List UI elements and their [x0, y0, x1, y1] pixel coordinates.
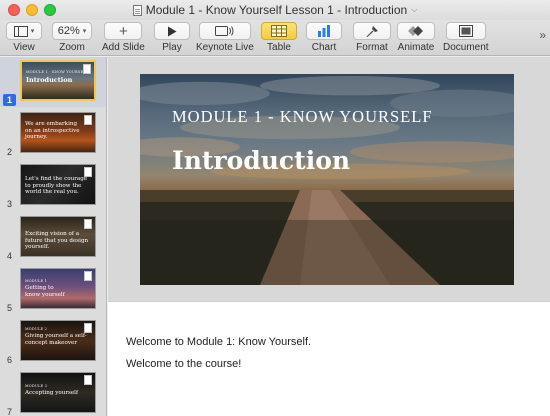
- slide-thumb-text: We are embarking on an introspective jou…: [25, 121, 80, 141]
- window-title: Module 1 - Know Yourself Lesson 1 - Intr…: [145, 3, 408, 17]
- play-label: Play: [162, 42, 182, 53]
- add-slide-label: Add Slide: [102, 42, 145, 53]
- title-bar: Module 1 - Know Yourself Lesson 1 - Intr…: [0, 0, 550, 20]
- add-slide-button[interactable]: + Add Slide: [102, 22, 145, 53]
- build-badge-icon: [84, 167, 92, 177]
- chevron-down-icon: ▾: [30, 28, 35, 35]
- slide-thumb-title: Introduction: [26, 76, 73, 84]
- slide-thumb-subtitle: MODULE 2: [25, 327, 48, 331]
- slide-thumbnail-1[interactable]: 1 MODULE 1 - KNOW YOURSELF Introduction: [0, 57, 106, 107]
- slide-preview: We are embarking on an introspective jou…: [20, 112, 96, 153]
- keynote-live-button[interactable]: Keynote Live: [196, 22, 254, 53]
- animate-diamond-icon: [408, 26, 423, 36]
- slide-number: 2: [7, 147, 13, 157]
- slide-number: 7: [7, 407, 13, 416]
- build-badge-icon: [84, 115, 92, 125]
- current-slide[interactable]: MODULE 1 - KNOW YOURSELF Introduction: [140, 74, 514, 285]
- slide-thumb-text: Giving yourself a self-concept makeover: [25, 333, 87, 346]
- view-label: View: [13, 42, 35, 53]
- slide-number: 4: [7, 251, 13, 261]
- toolbar: ▾ View 62% ▾ Zoom + Add Slide Play Keyno…: [0, 20, 550, 56]
- build-badge-icon: [83, 64, 91, 74]
- chart-label: Chart: [311, 42, 337, 53]
- build-badge-icon: [84, 375, 92, 385]
- slide-thumb-subtitle: MODULE 1 - KNOW YOURSELF: [26, 70, 89, 74]
- slide-navigator: 1 MODULE 1 - KNOW YOURSELF Introduction …: [0, 57, 107, 416]
- slide-subtitle: MODULE 1 - KNOW YOURSELF: [172, 107, 433, 126]
- animate-button[interactable]: Animate: [397, 22, 435, 53]
- slide-thumbnail-2[interactable]: 2 We are embarking on an introspective j…: [0, 109, 106, 159]
- slide-thumb-text: Accepting yourself: [25, 390, 79, 396]
- document-icon: [132, 4, 142, 16]
- slide-thumbnail-4[interactable]: 4 Exciting vision of a future that you d…: [0, 213, 106, 263]
- keynote-window: Module 1 - Know Yourself Lesson 1 - Intr…: [0, 0, 550, 416]
- format-button[interactable]: Format: [353, 22, 391, 53]
- build-badge-icon: [84, 323, 92, 333]
- slide-title: Introduction: [172, 146, 351, 175]
- play-button[interactable]: Play: [154, 22, 190, 53]
- table-icon: [271, 25, 287, 37]
- table-label: Table: [267, 42, 291, 53]
- slide-thumbnail-3[interactable]: 3 Let's find the courage to proudly show…: [0, 161, 106, 211]
- document-button[interactable]: Document: [443, 22, 489, 53]
- view-button[interactable]: ▾ View: [6, 22, 42, 53]
- slide-preview: Exciting vision of a future that you des…: [20, 216, 96, 257]
- keynote-live-label: Keynote Live: [196, 42, 254, 53]
- slide-thumb-text: Exciting vision of a future that you des…: [25, 231, 89, 251]
- zoom-label: Zoom: [59, 42, 85, 53]
- document-label: Document: [443, 42, 489, 53]
- slide-thumb-subtitle: MODULE 3: [25, 384, 48, 388]
- slide-thumb-text: Getting to know yourself: [25, 285, 65, 298]
- cloudy-sky-image: [140, 75, 514, 180]
- zoom-value: 62%: [57, 25, 80, 37]
- window-title-group[interactable]: Module 1 - Know Yourself Lesson 1 - Intr…: [0, 0, 550, 20]
- keynote-live-icon: [214, 26, 234, 36]
- slide-thumbnail-7[interactable]: 7 MODULE 3 Accepting yourself: [0, 369, 106, 416]
- paintbrush-icon: [366, 25, 378, 37]
- slide-preview: Let's find the courage to proudly show t…: [20, 164, 96, 205]
- play-icon: [168, 26, 177, 36]
- slide-number: 3: [7, 199, 13, 209]
- slide-number: 1: [7, 95, 13, 105]
- presenter-notes[interactable]: Welcome to Module 1: Know Yourself. Welc…: [108, 301, 550, 416]
- slide-number: 5: [7, 303, 13, 313]
- slide-canvas: MODULE 1 - KNOW YOURSELF Introduction We…: [108, 57, 550, 416]
- toolbar-overflow-icon[interactable]: »: [539, 28, 546, 42]
- slide-preview: MODULE 1 - KNOW YOURSELF Introduction: [20, 60, 96, 101]
- view-sidebar-icon: [13, 25, 28, 37]
- slide-preview: MODULE 2 Giving yourself a self-concept …: [20, 320, 96, 361]
- dirt-road-image: [140, 190, 514, 285]
- notes-line: Welcome to the course!: [126, 358, 242, 370]
- chevron-down-icon: ▾: [82, 28, 87, 35]
- chart-icon: [318, 25, 330, 37]
- slide-thumb-text: Let's find the courage to proudly show t…: [25, 176, 88, 196]
- chart-button[interactable]: Chart: [306, 22, 342, 53]
- table-button[interactable]: Table: [261, 22, 297, 53]
- slide-preview: MODULE 3 Accepting yourself: [20, 372, 96, 413]
- build-badge-icon: [84, 271, 92, 281]
- build-badge-icon: [84, 219, 92, 229]
- slide-number: 6: [7, 355, 13, 365]
- slide-thumb-subtitle: MODULE 1: [25, 279, 48, 283]
- format-label: Format: [356, 42, 388, 53]
- plus-icon: +: [119, 22, 128, 40]
- zoom-menu[interactable]: 62% ▾ Zoom: [52, 22, 92, 53]
- slide-thumbnail-5[interactable]: 5 MODULE 1 Getting to know yourself: [0, 265, 106, 315]
- slide-thumbnail-6[interactable]: 6 MODULE 2 Giving yourself a self-concep…: [0, 317, 106, 367]
- document-panel-icon: [458, 25, 473, 37]
- chevron-down-icon: ⌵: [411, 5, 418, 14]
- slide-preview: MODULE 1 Getting to know yourself: [20, 268, 96, 309]
- notes-line: Welcome to Module 1: Know Yourself.: [126, 336, 312, 348]
- animate-label: Animate: [397, 42, 435, 53]
